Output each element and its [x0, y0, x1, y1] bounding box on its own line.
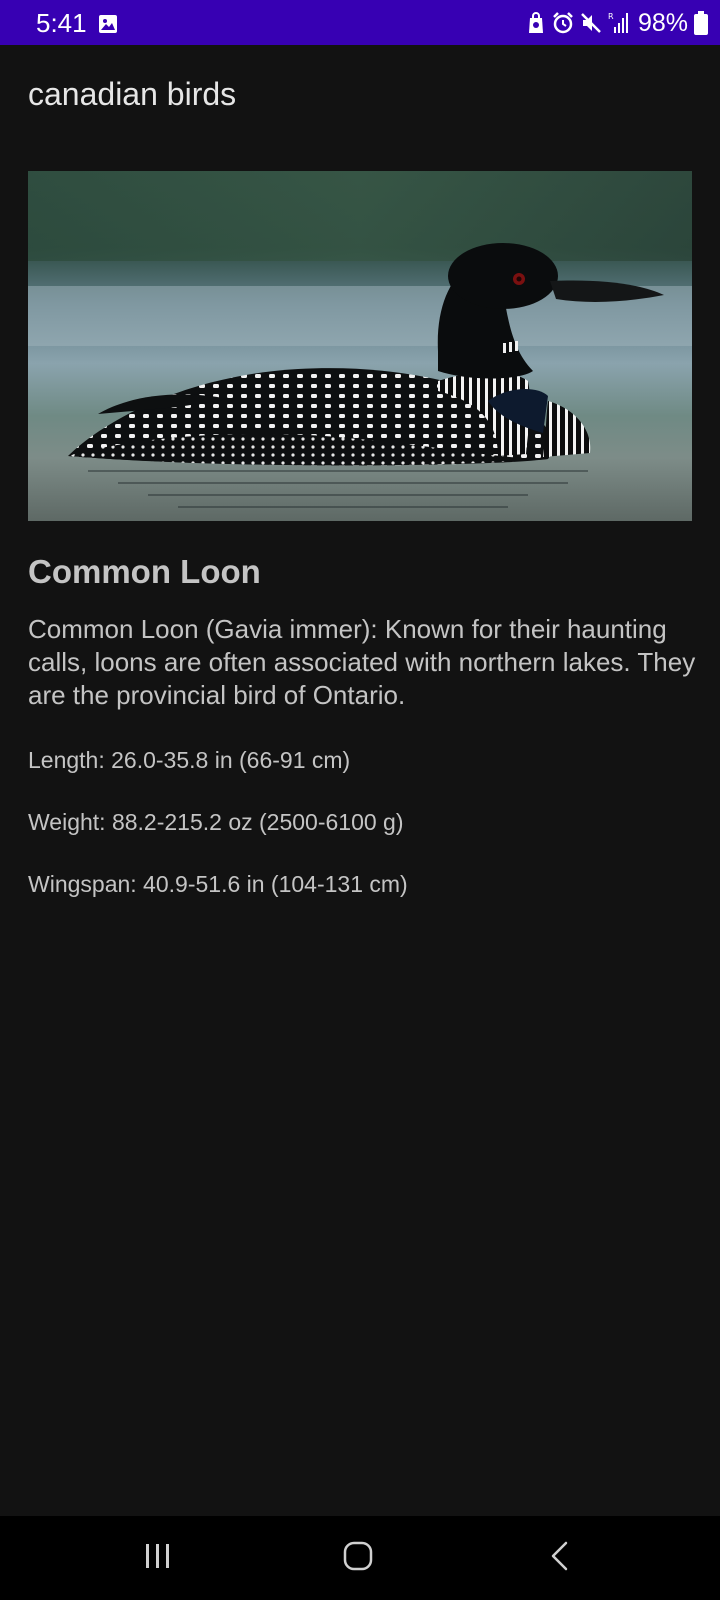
back-icon: [548, 1541, 572, 1576]
status-icons: R 98%: [526, 8, 708, 38]
status-time: 5:41: [36, 8, 87, 38]
battery-percent: 98%: [637, 9, 688, 37]
gallery-icon: [98, 14, 118, 34]
bird-name: Common Loon: [28, 553, 261, 590]
battery-icon: [694, 11, 708, 35]
navigation-bar: [0, 1516, 720, 1600]
bird-weight: Weight: 88.2-215.2 oz (2500-6100 g): [28, 809, 404, 835]
bird-wingspan: Wingspan: 40.9-51.6 in (104-131 cm): [28, 871, 408, 897]
common-loon-photo: [28, 171, 692, 521]
bird-description: Common Loon (Gavia immer): Known for the…: [28, 614, 696, 710]
back-button[interactable]: [530, 1528, 590, 1588]
bag-icon: [526, 12, 546, 34]
recents-button[interactable]: [128, 1528, 188, 1588]
bird-length: Length: 26.0-35.8 in (66-91 cm): [28, 747, 351, 773]
svg-text:R: R: [608, 12, 614, 21]
signal-icon: R: [608, 11, 630, 35]
status-bar: 5:41 R 98%: [0, 0, 720, 45]
screen: 5:41 R 98% canadian birds Common Loon Co…: [0, 0, 720, 1600]
alarm-icon: [552, 12, 574, 34]
home-icon: [343, 1541, 373, 1576]
recents-icon: [143, 1542, 173, 1575]
mute-icon: [580, 12, 602, 34]
app-title: canadian birds: [28, 76, 237, 112]
home-button[interactable]: [328, 1528, 388, 1588]
